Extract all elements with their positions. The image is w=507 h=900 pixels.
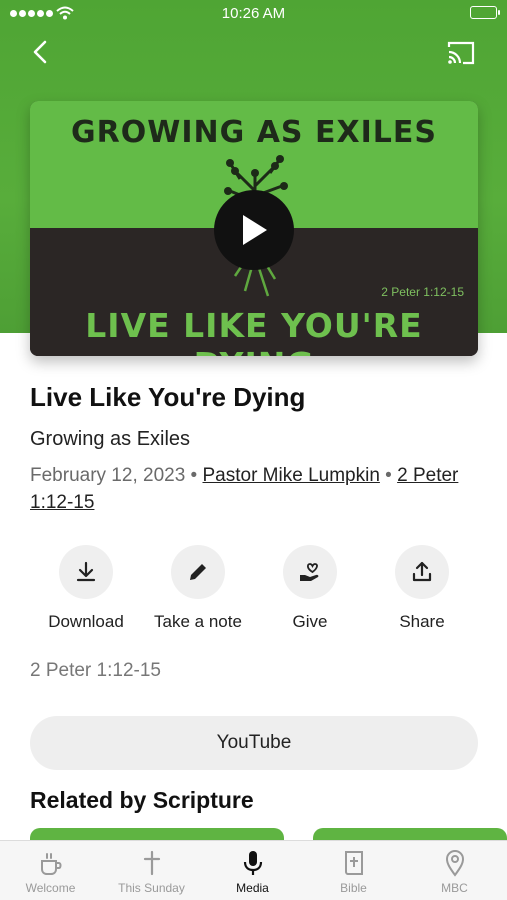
sermon-artwork: GROWING AS EXILES 2 Peter 1:12-15 LIVE L… bbox=[30, 101, 478, 356]
tab-label: Welcome bbox=[25, 881, 76, 895]
artwork-scripture-text: 2 Peter 1:12-15 bbox=[381, 285, 464, 299]
cross-icon bbox=[143, 850, 160, 876]
status-bar: 10:26 AM bbox=[0, 0, 507, 28]
meta-separator: • bbox=[385, 465, 392, 486]
meta-separator: • bbox=[190, 465, 198, 486]
pencil-icon bbox=[190, 564, 206, 580]
share-circle bbox=[395, 545, 449, 599]
cast-button[interactable] bbox=[445, 38, 477, 68]
share-icon bbox=[412, 561, 432, 582]
related-section-title: Related by Scripture bbox=[30, 787, 254, 813]
speaker-link[interactable]: Pastor Mike Lumpkin bbox=[202, 465, 379, 486]
cast-icon bbox=[447, 41, 475, 65]
tab-welcome[interactable]: Welcome bbox=[0, 841, 101, 900]
give-heart-hand-icon bbox=[300, 563, 319, 581]
microphone-icon bbox=[243, 851, 262, 875]
tab-label: This Sunday bbox=[118, 881, 185, 895]
tab-label: MBC bbox=[441, 881, 468, 895]
sermon-title: Live Like You're Dying bbox=[30, 382, 306, 412]
play-button[interactable] bbox=[214, 190, 294, 270]
battery-icon bbox=[470, 6, 500, 19]
give-label: Give bbox=[292, 612, 328, 631]
give-circle bbox=[283, 545, 337, 599]
artwork-series-text: GROWING AS EXILES bbox=[71, 115, 437, 150]
chevron-left-icon bbox=[33, 40, 47, 64]
take-note-label: Take a note bbox=[154, 612, 242, 631]
bottom-tab-bar: Welcome This Sunday Media Bible MBC bbox=[0, 840, 507, 900]
sermon-meta: February 12, 2023 • Pastor Mike Lumpkin … bbox=[30, 462, 485, 516]
tab-label: Media bbox=[236, 881, 269, 895]
share-label: Share bbox=[399, 612, 445, 631]
back-button[interactable] bbox=[26, 38, 56, 68]
take-note-circle bbox=[171, 545, 225, 599]
sermon-date: February 12, 2023 bbox=[30, 465, 186, 486]
location-pin-icon bbox=[445, 850, 464, 877]
youtube-button[interactable]: YouTube bbox=[30, 716, 478, 770]
artwork-title-text: LIVE LIKE YOU'RE DYING bbox=[85, 306, 423, 356]
download-label: Download bbox=[48, 612, 124, 631]
download-icon bbox=[76, 561, 96, 582]
download-circle bbox=[59, 545, 113, 599]
download-button[interactable]: Download bbox=[30, 545, 142, 632]
bible-icon bbox=[344, 851, 363, 875]
give-button[interactable]: Give bbox=[254, 545, 366, 632]
coffee-cup-icon bbox=[40, 853, 61, 875]
status-time: 10:26 AM bbox=[221, 5, 286, 22]
play-icon bbox=[243, 215, 267, 245]
tab-this-sunday[interactable]: This Sunday bbox=[101, 841, 202, 900]
take-note-button[interactable]: Take a note bbox=[142, 545, 254, 632]
scripture-reference: 2 Peter 1:12-15 bbox=[30, 660, 161, 681]
tab-mbc[interactable]: MBC bbox=[404, 841, 505, 900]
tab-label: Bible bbox=[340, 881, 367, 895]
share-button[interactable]: Share bbox=[366, 545, 478, 632]
tab-bible[interactable]: Bible bbox=[303, 841, 404, 900]
tab-media[interactable]: Media bbox=[202, 841, 303, 900]
sermon-series: Growing as Exiles bbox=[30, 428, 191, 450]
